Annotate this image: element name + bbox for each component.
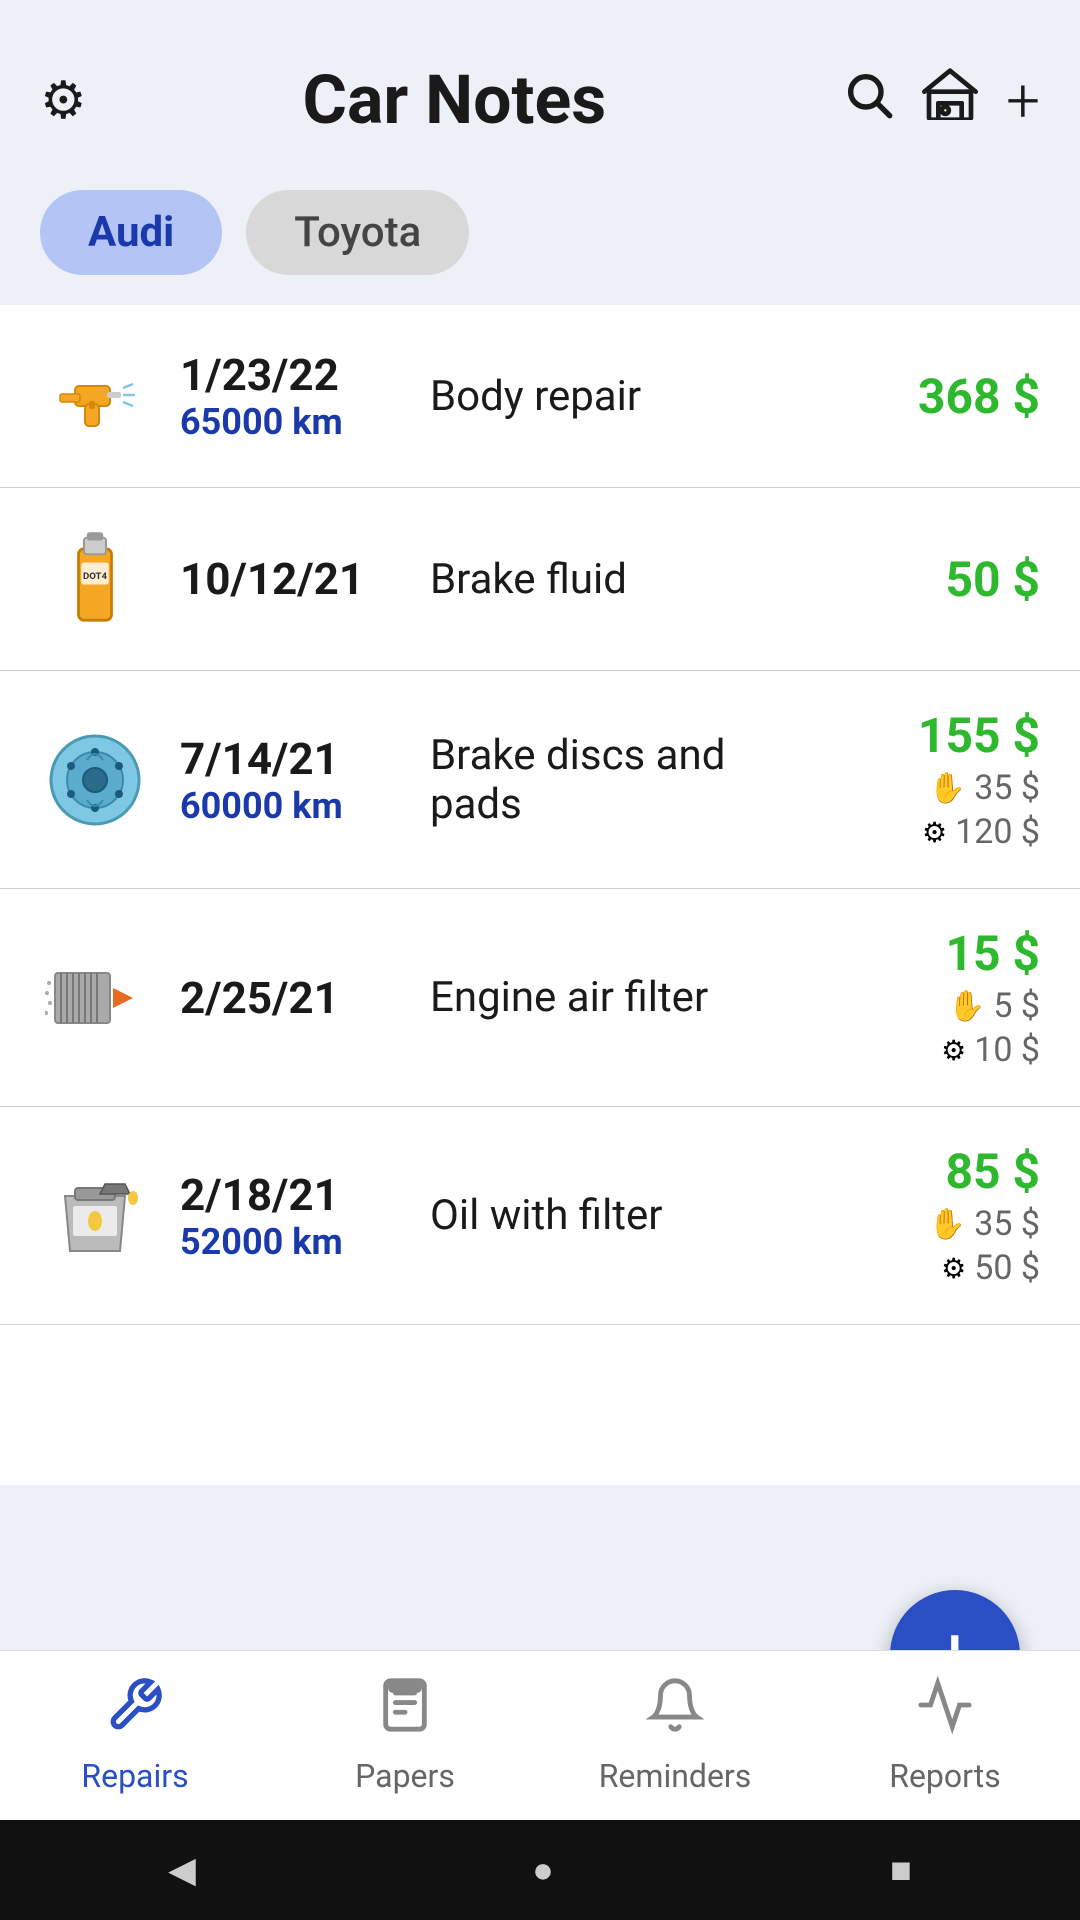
repair-item-5[interactable]: 2/18/21 52000 km Oil with filter 85 $ ✋ … bbox=[0, 1107, 1080, 1325]
repair-icon-spray bbox=[40, 341, 150, 451]
repair-date-section-5: 2/18/21 52000 km bbox=[180, 1169, 410, 1263]
nav-label-papers: Papers bbox=[355, 1757, 455, 1795]
bottom-nav: Repairs Papers Reminders R bbox=[0, 1650, 1080, 1820]
labor-value-5: 35 $ bbox=[974, 1204, 1040, 1244]
repair-item-4[interactable]: 2/25/21 Engine air filter 15 $ ✋ 5 $ ⚙ 1… bbox=[0, 889, 1080, 1107]
repair-date-section-2: 10/12/21 bbox=[180, 553, 410, 605]
header-actions: + bbox=[842, 65, 1040, 136]
android-nav-bar: ◀ ● ■ bbox=[0, 1820, 1080, 1920]
labor-value-3: 35 $ bbox=[974, 768, 1040, 808]
repair-cost-2: 50 $ bbox=[820, 551, 1040, 608]
nav-label-reports: Reports bbox=[889, 1757, 1001, 1795]
repair-cost-total-3: 155 $ bbox=[820, 707, 1040, 764]
nav-item-papers[interactable]: Papers bbox=[270, 1651, 540, 1820]
repair-km-5: 52000 km bbox=[180, 1221, 410, 1263]
nav-item-repairs[interactable]: Repairs bbox=[0, 1651, 270, 1820]
tab-audi[interactable]: Audi bbox=[40, 190, 222, 275]
parts-cost-3: ⚙ 120 $ bbox=[820, 812, 1040, 852]
papers-icon bbox=[376, 1676, 434, 1749]
android-back-button[interactable]: ◀ bbox=[168, 1849, 196, 1891]
nav-item-reminders[interactable]: Reminders bbox=[540, 1651, 810, 1820]
parts-cost-4: ⚙ 10 $ bbox=[820, 1030, 1040, 1070]
repair-item-2[interactable]: DOT4 10/12/21 Brake fluid 50 $ bbox=[0, 488, 1080, 671]
reports-icon bbox=[916, 1676, 974, 1749]
repair-cost-total: 368 $ bbox=[820, 368, 1040, 425]
repair-cost-3: 155 $ ✋ 35 $ ⚙ 120 $ bbox=[820, 707, 1040, 852]
repair-date-2: 10/12/21 bbox=[180, 553, 410, 605]
svg-text:DOT4: DOT4 bbox=[83, 571, 108, 582]
repair-icon-fluid: DOT4 bbox=[40, 524, 150, 634]
reminders-icon bbox=[646, 1676, 704, 1749]
parts-value-4: 10 $ bbox=[974, 1030, 1040, 1070]
repair-cost-5: 85 $ ✋ 35 $ ⚙ 50 $ bbox=[820, 1143, 1040, 1288]
repair-name-3: Brake discs and pads bbox=[410, 731, 820, 829]
app-title: Car Notes bbox=[67, 60, 842, 140]
labor-cost-4: ✋ 5 $ bbox=[820, 986, 1040, 1026]
repair-icon-disc bbox=[40, 725, 150, 835]
repair-cost-total-4: 15 $ bbox=[820, 925, 1040, 982]
repair-date-3: 7/14/21 bbox=[180, 733, 410, 785]
tab-toyota[interactable]: Toyota bbox=[246, 190, 469, 275]
nav-label-repairs: Repairs bbox=[81, 1757, 188, 1795]
repair-cost-total-5: 85 $ bbox=[820, 1143, 1040, 1200]
repair-cost-4: 15 $ ✋ 5 $ ⚙ 10 $ bbox=[820, 925, 1040, 1070]
repair-date-section-3: 7/14/21 60000 km bbox=[180, 733, 410, 827]
repair-icon-filter bbox=[40, 943, 150, 1053]
repair-date-5: 2/18/21 bbox=[180, 1169, 410, 1221]
repair-name-5: Oil with filter bbox=[410, 1191, 820, 1240]
repairs-icon bbox=[106, 1676, 164, 1749]
header: ⚙ Car Notes + bbox=[0, 0, 1080, 170]
car-tabs: Audi Toyota bbox=[0, 170, 1080, 305]
repair-km-3: 60000 km bbox=[180, 785, 410, 827]
repair-date-section: 1/23/22 65000 km bbox=[180, 349, 410, 443]
repair-item-1[interactable]: 1/23/22 65000 km Body repair 368 $ bbox=[0, 305, 1080, 488]
android-recent-button[interactable]: ■ bbox=[890, 1849, 912, 1891]
repair-item-3[interactable]: 7/14/21 60000 km Brake discs and pads 15… bbox=[0, 671, 1080, 889]
labor-cost-5: ✋ 35 $ bbox=[820, 1204, 1040, 1244]
search-icon[interactable] bbox=[842, 68, 894, 133]
nav-item-reports[interactable]: Reports bbox=[810, 1651, 1080, 1820]
repair-cost: 368 $ bbox=[820, 368, 1040, 425]
repair-km: 65000 km bbox=[180, 401, 410, 443]
repair-cost-total-2: 50 $ bbox=[820, 551, 1040, 608]
repair-date-section-4: 2/25/21 bbox=[180, 972, 410, 1024]
repair-date-4: 2/25/21 bbox=[180, 972, 410, 1024]
labor-cost-3: ✋ 35 $ bbox=[820, 768, 1040, 808]
repair-date: 1/23/22 bbox=[180, 349, 410, 401]
repair-name-2: Brake fluid bbox=[410, 555, 820, 604]
parts-value-5: 50 $ bbox=[974, 1248, 1040, 1288]
repair-name: Body repair bbox=[410, 372, 820, 421]
android-home-button[interactable]: ● bbox=[532, 1849, 554, 1891]
parts-value-3: 120 $ bbox=[955, 812, 1040, 852]
parts-cost-5: ⚙ 50 $ bbox=[820, 1248, 1040, 1288]
nav-label-reminders: Reminders bbox=[599, 1757, 752, 1795]
garage-icon[interactable] bbox=[922, 68, 978, 133]
repair-icon-oil bbox=[40, 1161, 150, 1271]
repair-list: 1/23/22 65000 km Body repair 368 $ DOT4 … bbox=[0, 305, 1080, 1485]
labor-value-4: 5 $ bbox=[993, 986, 1040, 1026]
repair-name-4: Engine air filter bbox=[410, 973, 820, 1022]
add-icon[interactable]: + bbox=[1006, 65, 1040, 136]
